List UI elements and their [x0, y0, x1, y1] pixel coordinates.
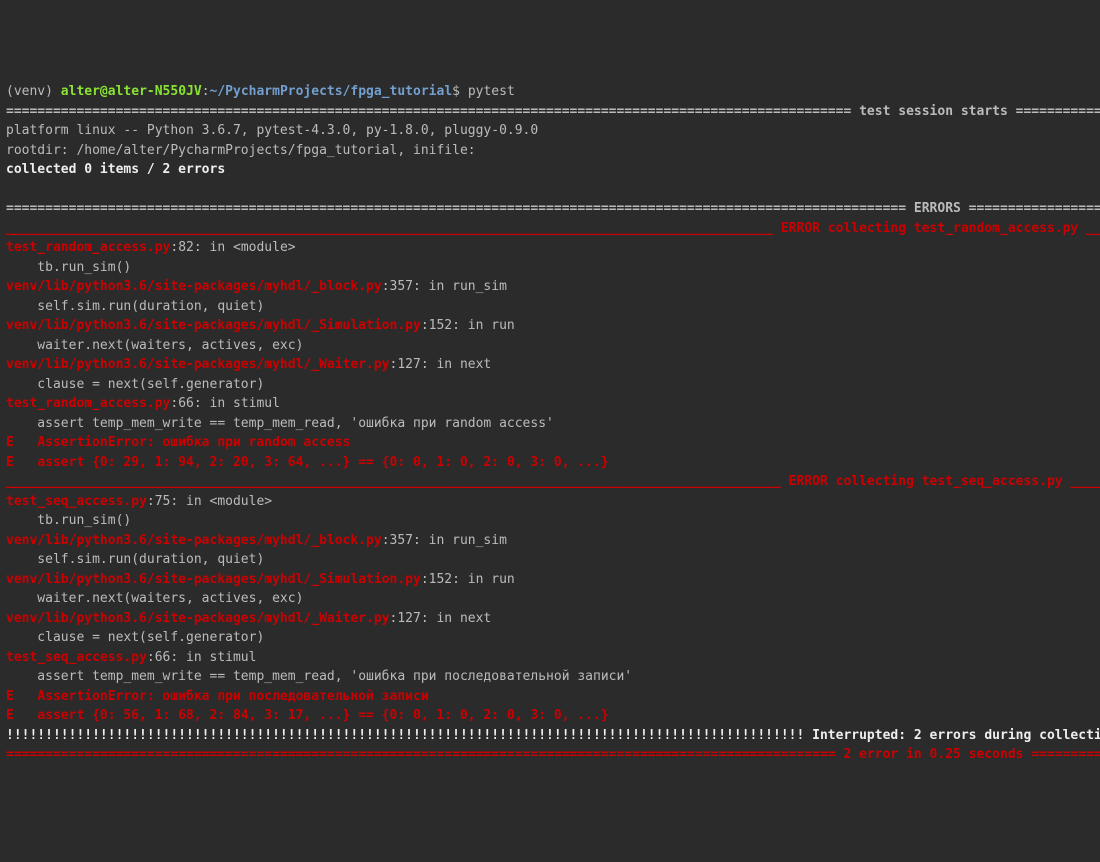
trace-line: venv/lib/python3.6/site-packages/myhdl/_… — [6, 357, 491, 372]
assertion-detail-line: E assert {0: 56, 1: 68, 2: 84, 3: 17, ..… — [6, 708, 609, 723]
platform-line: platform linux -- Python 3.6.7, pytest-4… — [6, 123, 538, 138]
assertion-detail: assert {0: 29, 1: 94, 2: 20, 3: 64, ...}… — [37, 455, 608, 470]
code-line: assert temp_mem_write == temp_mem_read, … — [6, 669, 632, 684]
code-line: tb.run_sim() — [6, 260, 131, 275]
e-prefix: E — [6, 689, 37, 704]
summary-line: ========================================… — [6, 747, 1100, 762]
error-header-2: ________________________________________… — [6, 474, 1100, 489]
file-loc: :152: in run — [421, 318, 515, 333]
trace-line: venv/lib/python3.6/site-packages/myhdl/_… — [6, 611, 491, 626]
errors-divider: ========================================… — [6, 201, 1100, 216]
file-path: test_seq_access.py — [6, 494, 147, 509]
trace-line: test_random_access.py:66: in stimul — [6, 396, 280, 411]
assertion-msg: AssertionError: ошибка при последователь… — [37, 689, 428, 704]
file-path: venv/lib/python3.6/site-packages/myhdl/_… — [6, 279, 382, 294]
code-line: tb.run_sim() — [6, 513, 131, 528]
file-loc: :127: in next — [390, 611, 492, 626]
code-line: assert temp_mem_write == temp_mem_read, … — [6, 416, 554, 431]
code-line: clause = next(self.generator) — [6, 630, 264, 645]
e-prefix: E — [6, 455, 37, 470]
file-path: venv/lib/python3.6/site-packages/myhdl/_… — [6, 572, 421, 587]
code-line: waiter.next(waiters, actives, exc) — [6, 591, 303, 606]
assertion-msg: AssertionError: ошибка при random access — [37, 435, 350, 450]
code-line: self.sim.run(duration, quiet) — [6, 299, 264, 314]
file-loc: :66: in stimul — [147, 650, 257, 665]
file-path: test_random_access.py — [6, 240, 170, 255]
file-loc: :127: in next — [390, 357, 492, 372]
cwd-path: ~/PycharmProjects/fpga_tutorial — [210, 84, 453, 99]
trace-line: test_seq_access.py:66: in stimul — [6, 650, 256, 665]
colon: : — [202, 84, 210, 99]
file-path: test_random_access.py — [6, 396, 170, 411]
session-header-divider: ========================================… — [6, 104, 1100, 119]
e-prefix: E — [6, 435, 37, 450]
file-path: venv/lib/python3.6/site-packages/myhdl/_… — [6, 533, 382, 548]
command-input[interactable]: pytest — [468, 84, 515, 99]
file-path: venv/lib/python3.6/site-packages/myhdl/_… — [6, 318, 421, 333]
assertion-detail: assert {0: 56, 1: 68, 2: 84, 3: 17, ...}… — [37, 708, 608, 723]
venv-label: (venv) — [6, 84, 61, 99]
assertion-error-line: E AssertionError: ошибка при random acce… — [6, 435, 350, 450]
prompt-line: (venv) alter@alter-N550JV:~/PycharmProje… — [6, 84, 515, 99]
trace-line: venv/lib/python3.6/site-packages/myhdl/_… — [6, 533, 507, 548]
code-line: clause = next(self.generator) — [6, 377, 264, 392]
user-host: alter@alter-N550JV — [61, 84, 202, 99]
assertion-detail-line: E assert {0: 29, 1: 94, 2: 20, 3: 64, ..… — [6, 455, 609, 470]
trace-line: venv/lib/python3.6/site-packages/myhdl/_… — [6, 318, 515, 333]
trace-line: venv/lib/python3.6/site-packages/myhdl/_… — [6, 279, 507, 294]
e-prefix: E — [6, 708, 37, 723]
collected-line: collected 0 items / 2 errors — [6, 162, 225, 177]
file-path: venv/lib/python3.6/site-packages/myhdl/_… — [6, 611, 390, 626]
terminal-output[interactable]: (venv) alter@alter-N550JV:~/PycharmProje… — [6, 82, 1094, 765]
prompt-dollar: $ — [452, 84, 468, 99]
file-loc: :357: in run_sim — [382, 279, 507, 294]
error-header-1: ________________________________________… — [6, 221, 1100, 236]
file-path: test_seq_access.py — [6, 650, 147, 665]
trace-line: test_random_access.py:82: in <module> — [6, 240, 296, 255]
file-loc: :357: in run_sim — [382, 533, 507, 548]
code-line: waiter.next(waiters, actives, exc) — [6, 338, 303, 353]
file-loc: :82: in <module> — [170, 240, 295, 255]
file-loc: :152: in run — [421, 572, 515, 587]
file-path: venv/lib/python3.6/site-packages/myhdl/_… — [6, 357, 390, 372]
file-loc: :66: in stimul — [170, 396, 280, 411]
interrupted-line: !!!!!!!!!!!!!!!!!!!!!!!!!!!!!!!!!!!!!!!!… — [6, 728, 1100, 743]
assertion-error-line: E AssertionError: ошибка при последовате… — [6, 689, 429, 704]
trace-line: venv/lib/python3.6/site-packages/myhdl/_… — [6, 572, 515, 587]
trace-line: test_seq_access.py:75: in <module> — [6, 494, 272, 509]
code-line: self.sim.run(duration, quiet) — [6, 552, 264, 567]
rootdir-line: rootdir: /home/alter/PycharmProjects/fpg… — [6, 143, 476, 158]
file-loc: :75: in <module> — [147, 494, 272, 509]
